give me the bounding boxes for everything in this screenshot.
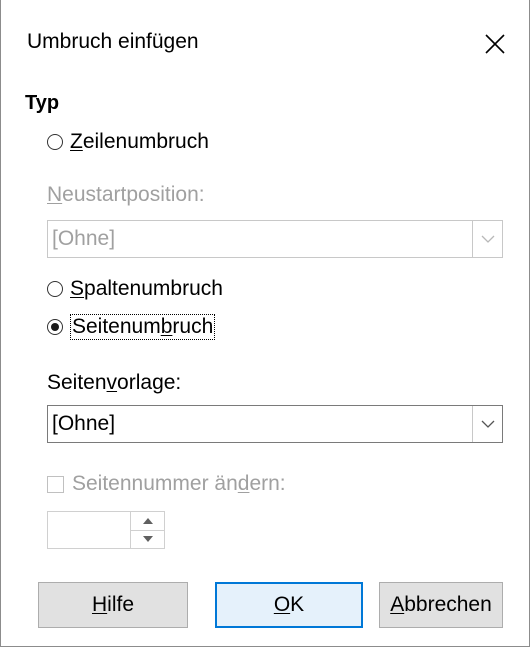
page-break-option[interactable]: Seitenumbruch — [47, 314, 216, 340]
spin-down-button[interactable] — [131, 530, 164, 548]
close-button[interactable] — [473, 22, 517, 66]
restart-position-value: [Ohne] — [52, 227, 116, 250]
spin-up-button[interactable] — [131, 512, 164, 531]
help-button-label: Hilfe — [91, 593, 135, 616]
change-page-number-checkbox[interactable] — [47, 475, 64, 493]
ok-button-label: OK — [273, 593, 305, 616]
restart-position-select[interactable]: [Ohne] — [47, 220, 503, 258]
line-break-option[interactable]: Zeilenumbruch — [47, 130, 209, 154]
title-bar: Umbruch einfügen — [1, 0, 529, 86]
cancel-button-label: Abbrechen — [390, 593, 492, 616]
spin-buttons — [130, 512, 164, 548]
type-section-title: Typ — [25, 92, 60, 114]
column-break-label: Spaltenumbruch — [70, 277, 223, 300]
line-break-radio[interactable] — [47, 134, 63, 150]
column-break-radio[interactable] — [47, 281, 63, 297]
column-break-option[interactable]: Spaltenumbruch — [47, 277, 223, 301]
restart-position-label: Neustartposition: — [47, 183, 205, 206]
line-break-label: Zeilenumbruch — [70, 130, 209, 153]
help-button[interactable]: Hilfe — [38, 582, 188, 628]
page-style-value: [Ohne] — [52, 412, 116, 435]
triangle-down-icon — [142, 536, 153, 542]
page-style-label: Seitenvorlage: — [47, 371, 182, 394]
dialog-title: Umbruch einfügen — [27, 30, 199, 53]
insert-break-dialog: Umbruch einfügen Typ Zeilenumbruch Neust… — [0, 0, 530, 647]
change-page-number-label: Seitennummer ändern: — [72, 472, 286, 495]
chevron-down-icon — [481, 420, 494, 428]
page-number-spinbox[interactable] — [47, 511, 165, 549]
ok-button[interactable]: OK — [215, 582, 363, 628]
page-break-radio[interactable] — [47, 319, 63, 335]
page-style-select[interactable]: [Ohne] — [47, 405, 503, 443]
dialog-content: Typ Zeilenumbruch Neustartposition: [Ohn… — [1, 86, 529, 646]
page-style-dropdown[interactable] — [472, 406, 502, 442]
page-break-label: Seitenumbruch — [70, 314, 216, 340]
close-icon — [485, 34, 505, 54]
triangle-up-icon — [142, 518, 153, 524]
chevron-down-icon — [481, 235, 494, 243]
cancel-button[interactable]: Abbrechen — [379, 582, 503, 628]
restart-position-dropdown[interactable] — [472, 221, 502, 257]
change-page-number-option[interactable]: Seitennummer ändern: — [47, 472, 286, 496]
